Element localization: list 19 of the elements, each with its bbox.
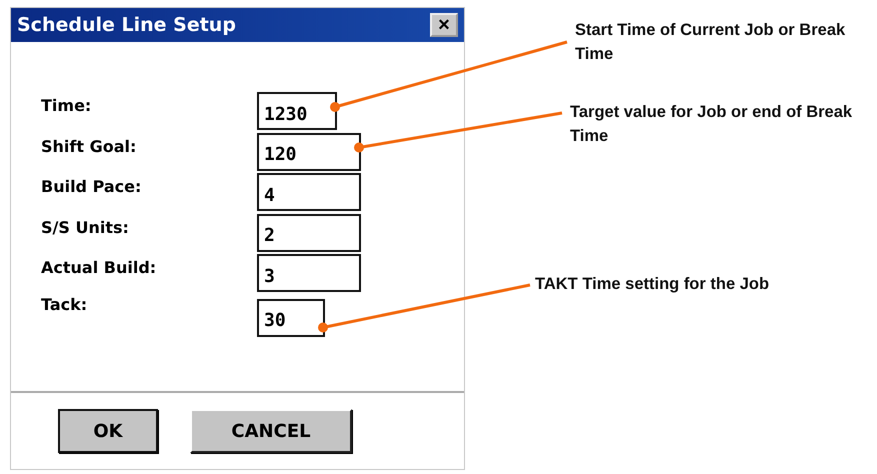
window-title: Schedule Line Setup (17, 14, 236, 36)
field-label: Tack: (41, 294, 88, 314)
field-label: Actual Build: (41, 257, 158, 277)
close-button[interactable]: × (430, 13, 458, 37)
field-label: S/S Units: (41, 216, 130, 236)
input-field[interactable]: 120 (257, 132, 361, 170)
input-field[interactable]: 30 (257, 298, 325, 336)
input-field[interactable]: 4 (257, 173, 361, 211)
ok-button[interactable]: OK (58, 409, 158, 453)
callout-text: TAKT Time setting for the Job (535, 274, 770, 295)
cancel-button[interactable]: CANCEL (190, 409, 352, 453)
input-field[interactable]: 3 (257, 254, 361, 292)
callout-text: Start Time of Current Job or Break Time (575, 20, 846, 65)
field-label: Build Pace: (41, 176, 142, 196)
field-label: Shift Goal: (41, 136, 138, 156)
input-field[interactable]: 1230 (257, 92, 337, 130)
input-field[interactable]: 2 (257, 214, 361, 252)
field-label: Time: (41, 95, 92, 115)
callout-text: Target value for Job or end of Break Time (570, 102, 854, 147)
